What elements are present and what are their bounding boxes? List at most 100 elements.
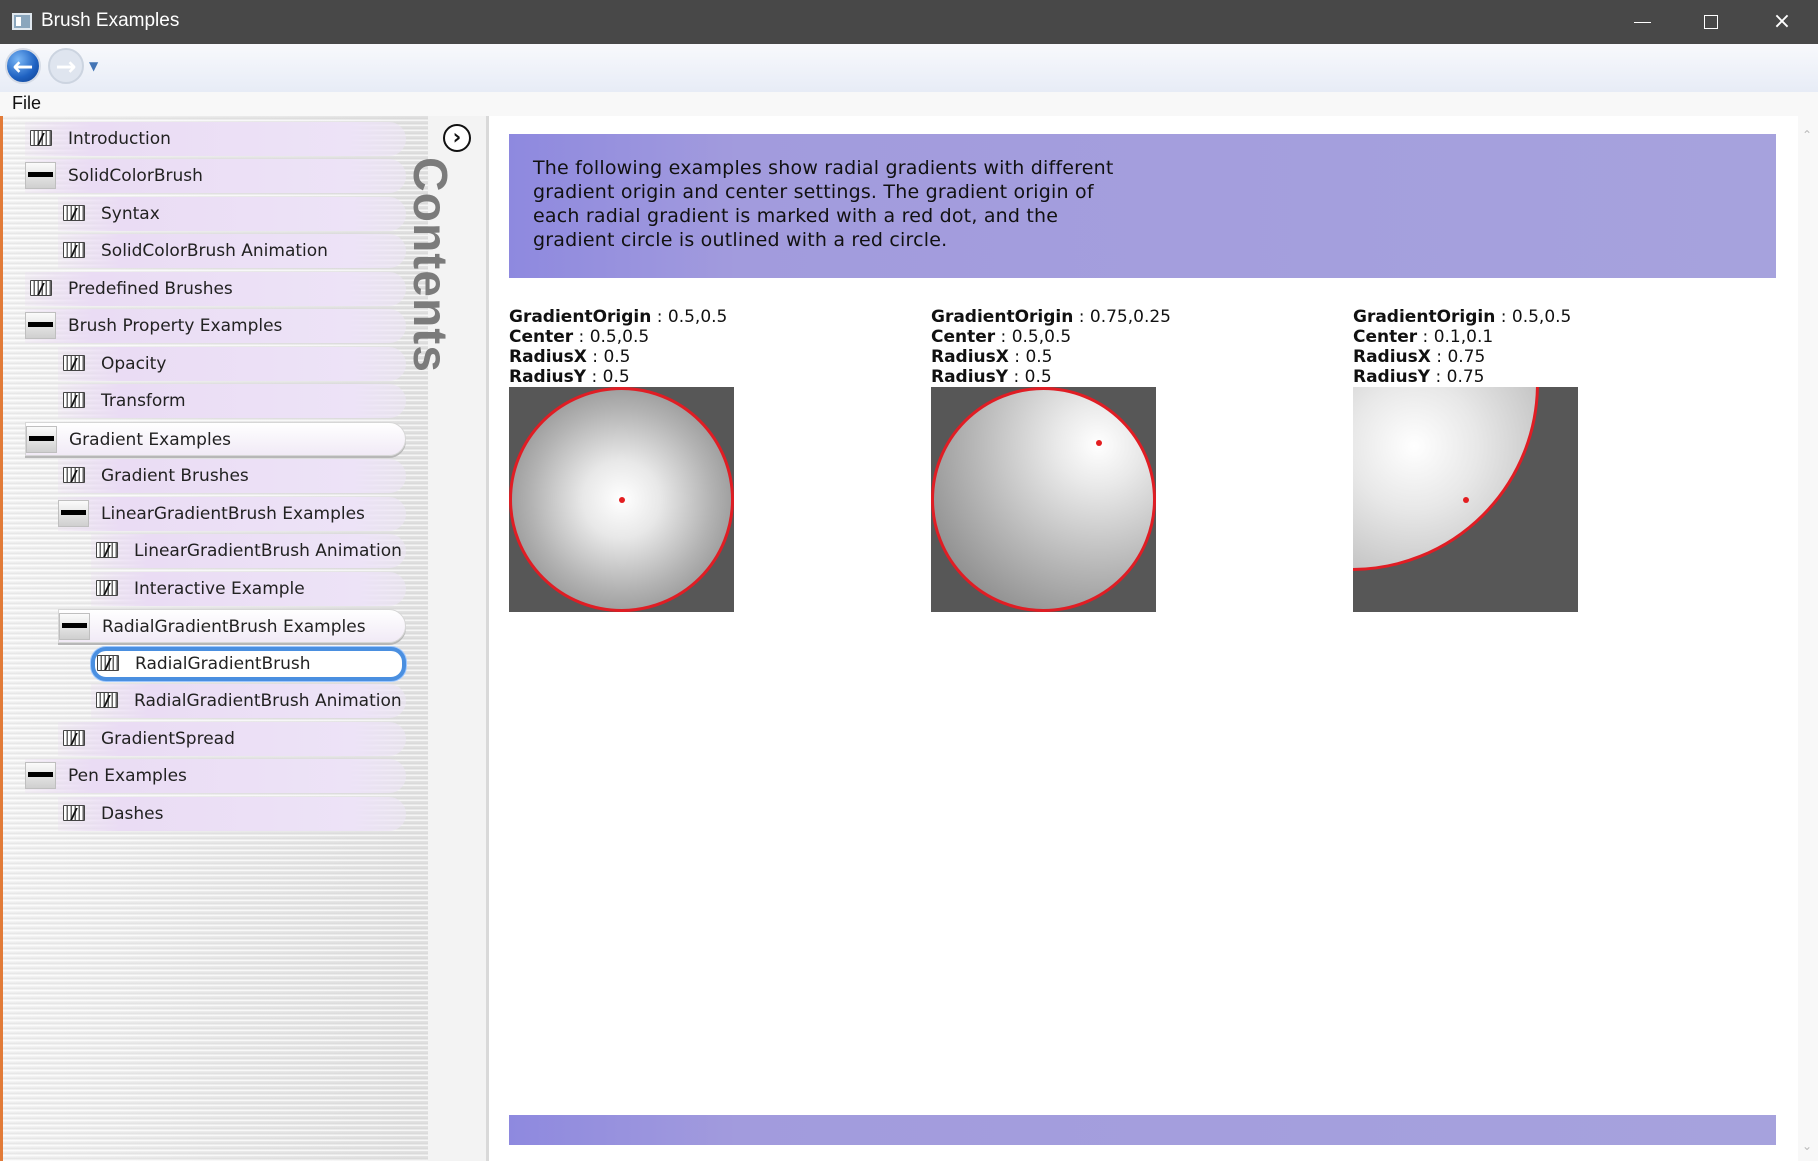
center-row: Center : 0.1,0.1	[1353, 327, 1494, 347]
book-icon	[63, 467, 85, 483]
navigation-history-dropdown[interactable]: ▼	[89, 59, 98, 73]
tree-item-label: Interactive Example	[134, 579, 305, 599]
table-of-contents-tree: Introduction SolidColorBrush Syntax Soli…	[0, 116, 428, 1161]
property-label: RadiusY	[1353, 367, 1431, 387]
property-value: 0.1,0.1	[1433, 327, 1494, 347]
vertical-scrollbar[interactable]: ⌃ ⌄	[1798, 116, 1818, 1161]
tree-item-interactive-example[interactable]: Interactive Example	[91, 572, 406, 606]
property-value: 0.5	[1024, 367, 1052, 387]
chevron-right-icon: ›	[452, 125, 462, 149]
tree-item-gradient-brushes[interactable]: Gradient Brushes	[58, 459, 406, 493]
tree-item-label: SolidColorBrush	[68, 166, 203, 186]
app-window-icon	[12, 13, 32, 30]
book-icon	[63, 205, 85, 221]
gradient-origin-dot	[1096, 440, 1102, 446]
contents-toggle-button[interactable]: ›	[443, 124, 471, 152]
gradient-origin-dot	[1463, 497, 1469, 503]
forward-button[interactable]: →	[48, 48, 84, 84]
property-value: 0.5	[1025, 347, 1053, 367]
book-icon	[96, 692, 118, 708]
gradient-origin-row: GradientOrigin : 0.75,0.25	[931, 307, 1171, 327]
collapse-minus-icon	[59, 613, 90, 640]
radius-y-row: RadiusY : 0.75	[1353, 367, 1485, 387]
property-label: GradientOrigin	[931, 307, 1074, 327]
tree-item-gradientspread[interactable]: GradientSpread	[58, 722, 406, 756]
property-value: 0.5,0.5	[1511, 307, 1572, 327]
tree-item-lineargradientbrush-examples[interactable]: LinearGradientBrush Examples	[58, 497, 406, 531]
tree-item-solidcolorbrush-animation[interactable]: SolidColorBrush Animation	[58, 234, 406, 268]
minimize-icon	[1634, 22, 1651, 23]
gradient-swatch	[509, 387, 734, 612]
tree-item-syntax[interactable]: Syntax	[58, 197, 406, 231]
radius-y-row: RadiusY : 0.5	[509, 367, 630, 387]
radial-gradient-example: GradientOrigin : 0.75,0.25 Center : 0.5,…	[931, 307, 1251, 637]
description-panel: The following examples show radial gradi…	[509, 134, 1776, 278]
tree-item-radialgradientbrush-animation[interactable]: RadialGradientBrush Animation	[91, 684, 406, 718]
tree-item-radialgradientbrush-examples[interactable]: RadialGradientBrush Examples	[58, 609, 406, 643]
collapse-minus-icon	[25, 312, 56, 339]
property-label: Center	[931, 327, 996, 347]
contents-label: Contents	[403, 157, 456, 373]
collapse-minus-icon	[25, 762, 56, 789]
maximize-button[interactable]	[1676, 0, 1746, 44]
property-label: RadiusX	[931, 347, 1009, 367]
tree-item-lineargradientbrush-animation[interactable]: LinearGradientBrush Animation	[91, 534, 406, 568]
scroll-down-icon[interactable]: ⌄	[1802, 1139, 1812, 1153]
radial-gradient-example: GradientOrigin : 0.5,0.5 Center : 0.5,0.…	[509, 307, 829, 637]
book-icon	[30, 280, 52, 296]
arrow-right-icon: →	[55, 52, 77, 81]
tree-item-dashes[interactable]: Dashes	[58, 797, 406, 831]
tree-item-label: Brush Property Examples	[68, 316, 283, 336]
collapse-minus-icon	[58, 500, 89, 527]
book-icon	[63, 392, 85, 408]
book-icon	[63, 805, 85, 821]
minimize-button[interactable]	[1607, 0, 1677, 44]
collapse-minus-icon	[26, 426, 57, 453]
tree-item-radialgradientbrush[interactable]: RadialGradientBrush	[91, 647, 406, 681]
description-text: The following examples show radial gradi…	[533, 157, 1114, 251]
tree-item-pen-examples[interactable]: Pen Examples	[25, 759, 406, 793]
radius-x-row: RadiusX : 0.5	[931, 347, 1053, 367]
tree-item-predefined-brushes[interactable]: Predefined Brushes	[25, 272, 406, 306]
tree-item-label: Gradient Brushes	[101, 466, 249, 486]
tree-item-label: Syntax	[101, 204, 160, 224]
gradient-origin-row: GradientOrigin : 0.5,0.5	[1353, 307, 1572, 327]
radius-y-row: RadiusY : 0.5	[931, 367, 1052, 387]
tree-item-label: Introduction	[68, 129, 171, 149]
collapse-minus-icon	[25, 162, 56, 189]
tree-item-label: Dashes	[101, 804, 164, 824]
close-button[interactable]: ×	[1747, 0, 1817, 44]
tree-item-label: RadialGradientBrush	[135, 654, 311, 674]
gradient-circle-outline	[931, 387, 1156, 612]
tree-item-label: LinearGradientBrush Examples	[101, 504, 365, 524]
tree-item-introduction[interactable]: Introduction	[25, 122, 406, 156]
menu-file[interactable]: File	[12, 93, 41, 114]
back-button[interactable]: ←	[5, 48, 41, 84]
property-value: 0.5	[603, 347, 631, 367]
book-icon	[63, 355, 85, 371]
property-label: RadiusX	[1353, 347, 1431, 367]
property-value: 0.5,0.5	[1011, 327, 1072, 347]
tree-item-gradient-examples[interactable]: Gradient Examples	[25, 422, 406, 456]
tree-item-label: LinearGradientBrush Animation	[134, 541, 402, 561]
tree-item-brush-property-examples[interactable]: Brush Property Examples	[25, 309, 406, 343]
tree-item-opacity[interactable]: Opacity	[58, 347, 406, 381]
tree-item-label: Transform	[101, 391, 186, 411]
gradient-swatch	[1353, 387, 1578, 612]
tree-item-solidcolorbrush[interactable]: SolidColorBrush	[25, 159, 406, 193]
scroll-up-icon[interactable]: ⌃	[1802, 128, 1812, 142]
book-icon	[63, 730, 85, 746]
property-value: 0.75,0.25	[1089, 307, 1171, 327]
gradient-circle-outline	[1353, 387, 1539, 571]
property-value: 0.5	[602, 367, 630, 387]
tree-item-label: SolidColorBrush Animation	[101, 241, 328, 261]
contents-rail: › Contents	[403, 116, 489, 1161]
gradient-origin-dot	[619, 497, 625, 503]
property-label: RadiusY	[509, 367, 587, 387]
menu-bar: File	[0, 92, 1818, 117]
book-icon	[97, 655, 119, 671]
property-label: GradientOrigin	[509, 307, 652, 327]
tree-item-transform[interactable]: Transform	[58, 384, 406, 418]
radius-x-row: RadiusX : 0.75	[1353, 347, 1486, 367]
bottom-accent-band	[509, 1115, 1776, 1145]
